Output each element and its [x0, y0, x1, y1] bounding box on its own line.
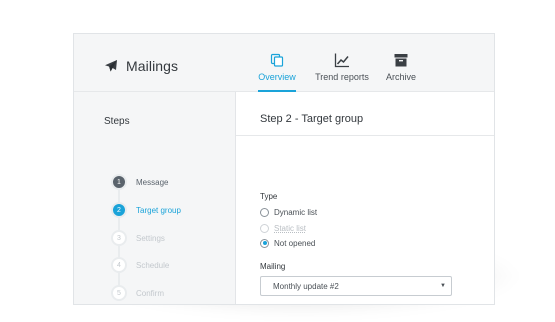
trend-chart-icon [334, 53, 349, 68]
step-label: Settings [136, 233, 165, 243]
steps-title: Steps [104, 116, 130, 127]
app-title: Mailings [126, 58, 179, 74]
title-divider [236, 135, 494, 136]
step-label: Message [136, 177, 169, 187]
step-number: 4 [111, 257, 127, 273]
tab-overview-label: Overview [258, 72, 296, 82]
app-header: Mailings Overview Trend reports Archive [74, 34, 494, 92]
steps-sidebar: Steps 1 Message 2 Target group 3 Setting… [74, 92, 236, 304]
step-schedule[interactable]: 4 Schedule [111, 257, 169, 273]
paper-plane-icon [105, 60, 117, 72]
step-confirm[interactable]: 5 Confirm [111, 285, 164, 301]
mailing-select[interactable]: Monthly update #2 ▼ [260, 276, 452, 296]
radio-circle [260, 238, 269, 248]
mailing-select-value: Monthly update #2 [273, 282, 339, 291]
app-window: Mailings Overview Trend reports Archive … [73, 33, 495, 305]
radio-label: Dynamic list [274, 207, 318, 217]
step-number: 5 [111, 285, 127, 301]
radio-static-list[interactable]: Static list [260, 222, 306, 234]
type-label: Type [260, 192, 278, 201]
archive-box-icon [394, 54, 408, 67]
page-title: Step 2 - Target group [260, 113, 364, 125]
tab-trend-reports-label: Trend reports [315, 72, 369, 82]
step-number: 2 [111, 202, 127, 218]
step-number: 1 [111, 174, 127, 190]
chevron-down-icon: ▼ [440, 283, 446, 289]
radio-label: Static list [274, 223, 307, 233]
copy-icon [270, 53, 284, 67]
tab-overview[interactable]: Overview [258, 52, 296, 92]
radio-dynamic-list[interactable]: Dynamic list [260, 206, 317, 218]
step-settings[interactable]: 3 Settings [111, 230, 165, 246]
radio-circle [260, 223, 269, 233]
tab-trend-reports[interactable]: Trend reports [315, 52, 369, 92]
step-label: Schedule [136, 260, 170, 270]
step-label: Target group [136, 205, 181, 215]
radio-not-opened[interactable]: Not opened [260, 237, 315, 249]
step-target-group[interactable]: 2 Target group [111, 202, 181, 218]
mailing-label: Mailing [260, 262, 286, 271]
tab-archive[interactable]: Archive [385, 52, 417, 92]
brand: Mailings [104, 58, 178, 74]
radio-circle [260, 207, 269, 217]
radio-label: Not opened [274, 238, 316, 248]
tab-archive-label: Archive [385, 72, 416, 82]
step-number: 3 [111, 230, 127, 246]
content-bottom-divider [236, 304, 494, 305]
screenshot-stage: Mailings Overview Trend reports Archive … [0, 0, 555, 322]
step-label: Confirm [136, 288, 165, 298]
content-panel: Step 2 - Target group Type Dynamic list … [236, 92, 494, 305]
step-message[interactable]: 1 Message [111, 174, 168, 190]
